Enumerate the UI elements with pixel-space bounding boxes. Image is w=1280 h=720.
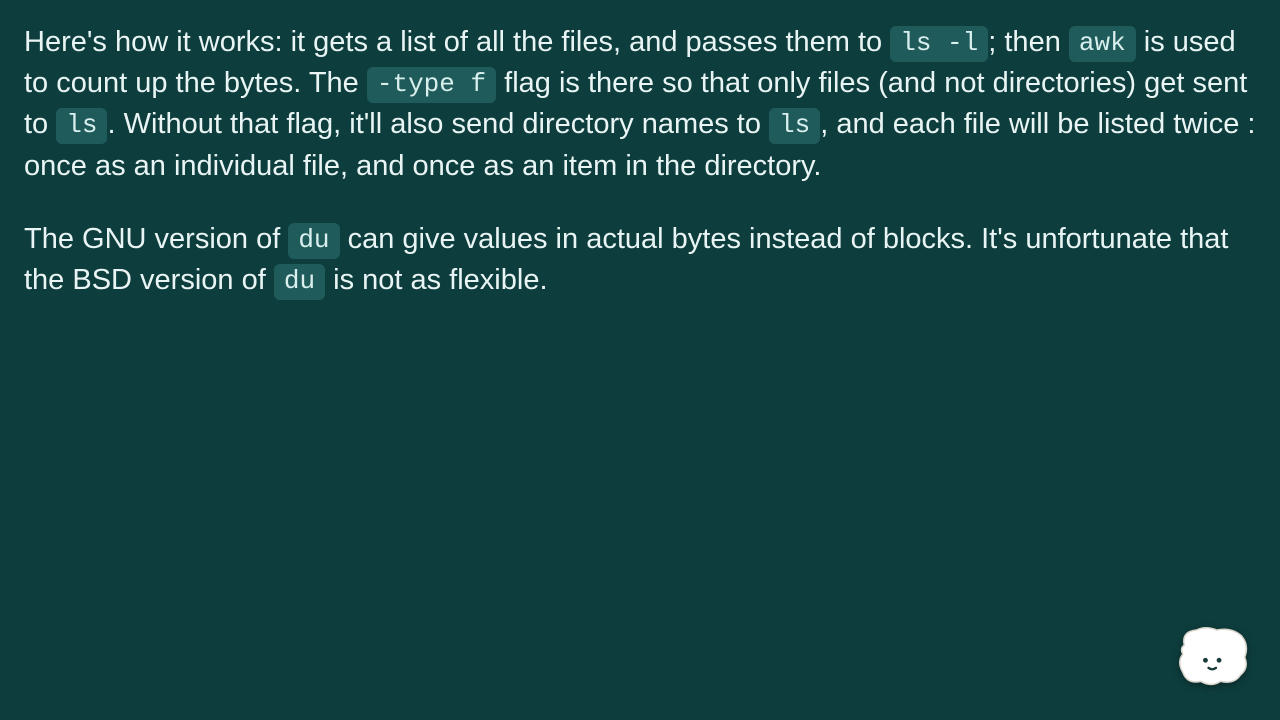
paragraph-2: The GNU version of du can give values in… <box>24 219 1256 301</box>
text: The GNU version of <box>24 223 288 255</box>
code-ls-l: ls -l <box>890 26 988 62</box>
code-du: du <box>288 223 339 259</box>
chat-widget-button[interactable] <box>1174 624 1252 692</box>
text: . Without that flag, it'll also send dir… <box>107 108 769 140</box>
article-body: Here's how it works: it gets a list of a… <box>0 0 1280 357</box>
paragraph-1: Here's how it works: it gets a list of a… <box>24 22 1256 187</box>
code-ls-2: ls <box>769 108 820 144</box>
text: is not as flexible. <box>325 264 547 296</box>
code-du-2: du <box>274 264 325 300</box>
text: ; then <box>988 26 1069 58</box>
code-type-f: -type f <box>367 67 496 103</box>
code-awk: awk <box>1069 26 1136 62</box>
code-ls: ls <box>56 108 107 144</box>
chat-icon <box>1174 624 1252 692</box>
text: Here's how it works: it gets a list of a… <box>24 26 890 58</box>
